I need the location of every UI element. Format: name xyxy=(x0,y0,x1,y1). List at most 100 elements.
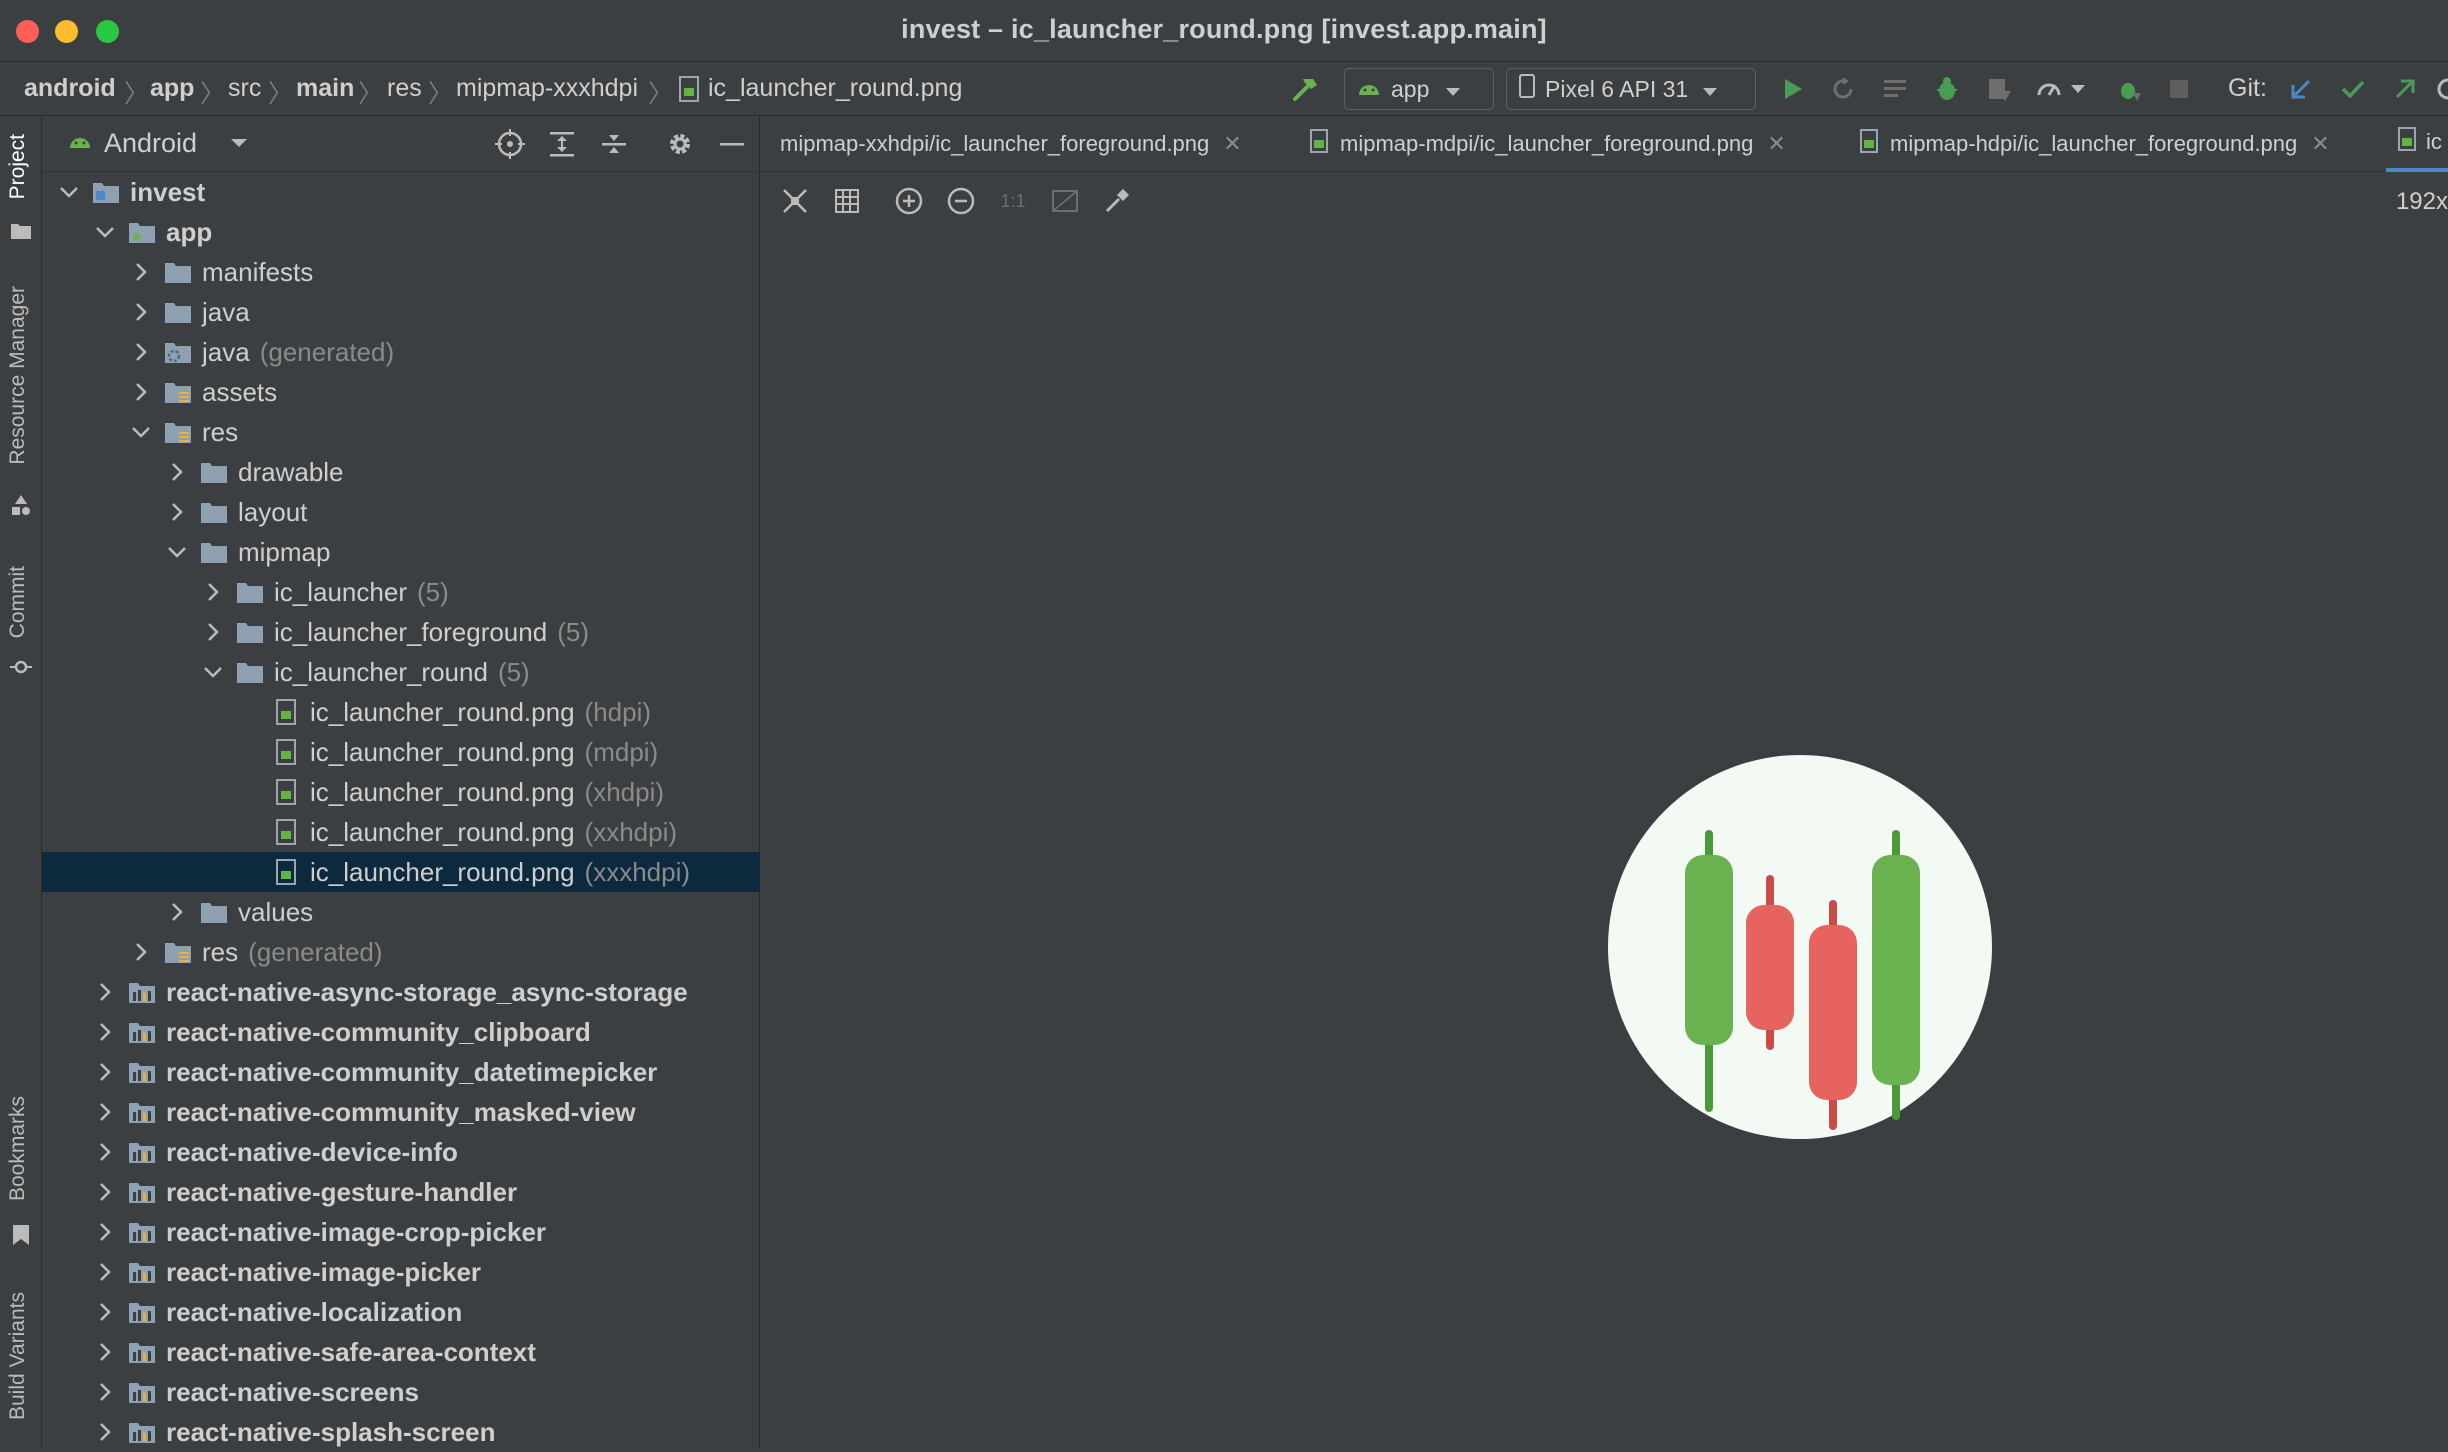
chevron-right-icon[interactable] xyxy=(130,341,152,363)
tree-node[interactable]: ic_launcher_round.png (xxhdpi) xyxy=(42,812,760,852)
chevron-right-icon[interactable] xyxy=(94,1381,116,1403)
background-toggle-icon[interactable] xyxy=(1048,184,1082,218)
editor-tab[interactable]: mipmap-xxhdpi/ic_launcher_foreground.png… xyxy=(780,116,1242,172)
bookmarks-tool-window-tab[interactable]: Bookmarks xyxy=(6,1096,30,1201)
tree-node[interactable]: java xyxy=(42,292,760,332)
build-variants-tool-window-tab[interactable]: Build Variants xyxy=(6,1292,30,1420)
chevron-right-icon[interactable] xyxy=(94,1261,116,1283)
breadcrumb-item[interactable]: main xyxy=(296,74,354,103)
tree-node[interactable]: layout xyxy=(42,492,760,532)
chevron-right-icon[interactable] xyxy=(94,1301,116,1323)
tree-node[interactable]: invest xyxy=(42,172,760,212)
tree-node[interactable]: react-native-community_datetimepicker xyxy=(42,1052,760,1092)
tree-node[interactable]: ic_launcher_round.png (mdpi) xyxy=(42,732,760,772)
tree-node[interactable]: ic_launcher_foreground (5) xyxy=(42,612,760,652)
gear-icon[interactable] xyxy=(664,128,696,165)
apply-changes-restart-icon[interactable] xyxy=(1826,72,1860,106)
tree-node[interactable]: ic_launcher_round (5) xyxy=(42,652,760,692)
actual-size-icon[interactable]: 1:1 xyxy=(996,184,1030,218)
chevron-right-icon[interactable] xyxy=(166,461,188,483)
chevron-down-icon[interactable] xyxy=(166,541,188,563)
git-push-icon[interactable] xyxy=(2388,72,2422,106)
run-configuration-dropdown[interactable]: app xyxy=(1344,68,1494,110)
zoom-out-icon[interactable] xyxy=(944,184,978,218)
locate-file-icon[interactable] xyxy=(494,128,526,165)
tree-node[interactable]: java (generated) xyxy=(42,332,760,372)
tree-node[interactable]: react-native-splash-screen xyxy=(42,1412,760,1452)
chevron-down-icon[interactable] xyxy=(202,661,224,683)
chevron-right-icon[interactable] xyxy=(130,941,152,963)
project-view-mode-label[interactable]: Android xyxy=(104,128,197,159)
debug-icon[interactable] xyxy=(1930,72,1964,106)
close-icon[interactable]: ✕ xyxy=(2311,131,2329,157)
chevron-right-icon[interactable] xyxy=(166,901,188,923)
close-icon[interactable]: ✕ xyxy=(1223,131,1241,157)
chevron-right-icon[interactable] xyxy=(202,621,224,643)
fit-to-window-icon[interactable] xyxy=(778,184,812,218)
chevron-right-icon[interactable] xyxy=(94,1101,116,1123)
device-dropdown[interactable]: Pixel 6 API 31 xyxy=(1506,68,1756,110)
tree-node-selected[interactable]: ic_launcher_round.png (xxxhdpi) xyxy=(42,852,760,892)
attach-process-icon[interactable] xyxy=(2112,72,2146,106)
tree-node[interactable]: mipmap xyxy=(42,532,760,572)
editor-tab[interactable]: mipmap-hdpi/ic_launcher_foreground.png ✕ xyxy=(1860,116,2330,172)
chevron-right-icon[interactable] xyxy=(94,1421,116,1443)
tree-node[interactable]: res (generated) xyxy=(42,932,760,972)
build-hammer-icon[interactable] xyxy=(1288,72,1322,106)
attach-debugger-icon[interactable] xyxy=(1982,72,2016,106)
tree-node[interactable]: react-native-image-picker xyxy=(42,1252,760,1292)
profile-icon[interactable] xyxy=(2032,72,2066,106)
breadcrumb-item[interactable]: android xyxy=(24,74,116,103)
tree-node[interactable]: app xyxy=(42,212,760,252)
chevron-down-icon[interactable] xyxy=(2068,72,2088,106)
tree-node[interactable]: values xyxy=(42,892,760,932)
zoom-in-icon[interactable] xyxy=(892,184,926,218)
breadcrumb-item[interactable]: res xyxy=(387,74,422,103)
editor-tab[interactable]: mipmap-mdpi/ic_launcher_foreground.png ✕ xyxy=(1310,116,1786,172)
apply-code-changes-icon[interactable] xyxy=(1878,72,1912,106)
chevron-right-icon[interactable] xyxy=(130,261,152,283)
tree-node[interactable]: react-native-image-crop-picker xyxy=(42,1212,760,1252)
chevron-right-icon[interactable] xyxy=(130,301,152,323)
tree-node[interactable]: react-native-async-storage_async-storage xyxy=(42,972,760,1012)
tree-node[interactable]: manifests xyxy=(42,252,760,292)
chevron-down-icon[interactable] xyxy=(130,421,152,443)
editor-tab-active[interactable]: ic xyxy=(2386,116,2448,172)
grid-icon[interactable] xyxy=(830,184,864,218)
chevron-right-icon[interactable] xyxy=(94,1341,116,1363)
run-icon[interactable] xyxy=(1776,72,1810,106)
breadcrumb-item[interactable]: mipmap-xxxhdpi xyxy=(456,74,638,103)
tree-node[interactable]: react-native-localization xyxy=(42,1292,760,1332)
resource-manager-tool-window-tab[interactable]: Resource Manager xyxy=(6,286,30,465)
tree-node[interactable]: ic_launcher_round.png (xhdpi) xyxy=(42,772,760,812)
collapse-all-icon[interactable] xyxy=(598,128,630,165)
chevron-right-icon[interactable] xyxy=(94,1221,116,1243)
chevron-down-icon[interactable] xyxy=(58,181,80,203)
color-picker-icon[interactable] xyxy=(1100,184,1134,218)
expand-all-icon[interactable] xyxy=(546,128,578,165)
stop-icon[interactable] xyxy=(2162,72,2196,106)
tree-node[interactable]: ic_launcher_round.png (hdpi) xyxy=(42,692,760,732)
breadcrumb-item[interactable]: src xyxy=(228,74,261,103)
chevron-down-icon[interactable] xyxy=(230,130,248,159)
chevron-right-icon[interactable] xyxy=(130,381,152,403)
close-icon[interactable]: ✕ xyxy=(1767,131,1785,157)
tree-node[interactable]: react-native-device-info xyxy=(42,1132,760,1172)
git-commit-icon[interactable] xyxy=(2336,72,2370,106)
chevron-right-icon[interactable] xyxy=(94,1181,116,1203)
breadcrumb-item[interactable]: ic_launcher_round.png xyxy=(708,74,962,103)
tree-node[interactable]: res xyxy=(42,412,760,452)
git-update-icon[interactable] xyxy=(2284,72,2318,106)
commit-tool-window-tab[interactable]: Commit xyxy=(6,566,30,638)
hide-panel-icon[interactable] xyxy=(716,128,748,165)
tree-node[interactable]: react-native-screens xyxy=(42,1372,760,1412)
tree-node[interactable]: ic_launcher (5) xyxy=(42,572,760,612)
chevron-right-icon[interactable] xyxy=(94,1061,116,1083)
project-tool-window-tab[interactable]: Project xyxy=(6,134,30,199)
git-history-icon[interactable] xyxy=(2434,72,2448,106)
chevron-right-icon[interactable] xyxy=(94,1021,116,1043)
chevron-down-icon[interactable] xyxy=(94,221,116,243)
chevron-right-icon[interactable] xyxy=(166,501,188,523)
chevron-right-icon[interactable] xyxy=(94,1141,116,1163)
chevron-right-icon[interactable] xyxy=(94,981,116,1003)
